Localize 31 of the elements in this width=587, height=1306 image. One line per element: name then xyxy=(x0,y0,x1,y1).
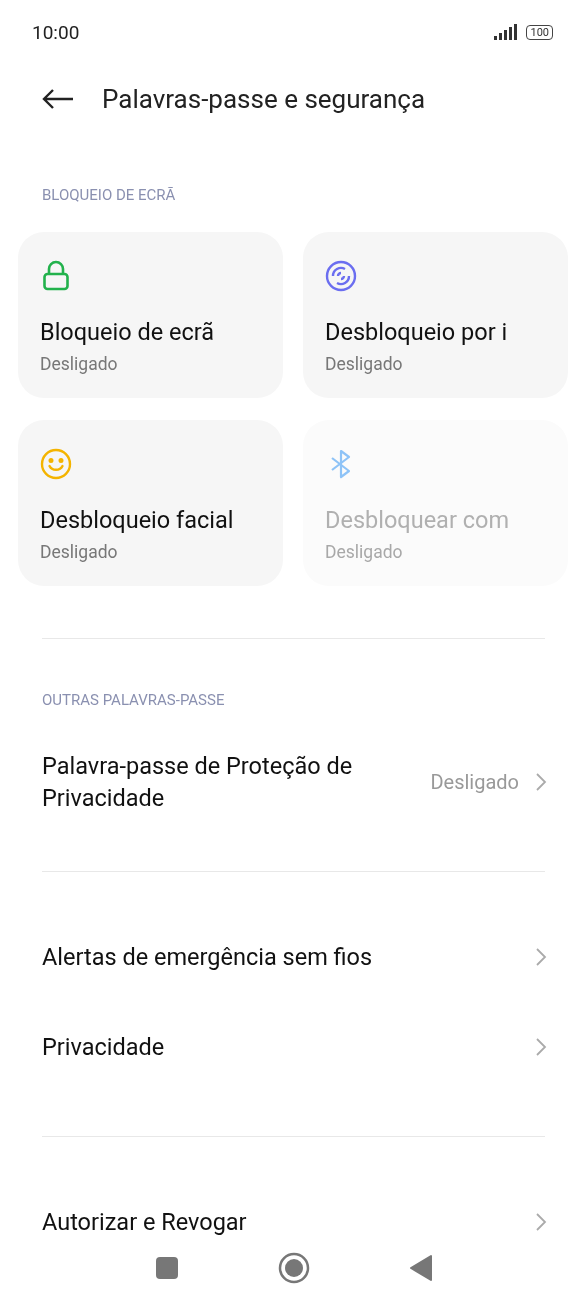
section-label: OUTRAS PALAVRAS-PASSE xyxy=(41,691,226,709)
card-title: Desbloqueio por i xyxy=(325,318,509,346)
unlock-option-card[interactable]: Desbloqueio por i Desligado xyxy=(303,232,568,398)
row-title: Autorizar e Revogar xyxy=(42,1207,248,1236)
row-value: Desligado xyxy=(430,770,519,794)
row-title: Alertas de emergência sem fios xyxy=(42,942,374,973)
page-title: Palavras-passe e segurança xyxy=(102,84,426,114)
back-icon[interactable] xyxy=(42,88,74,110)
card-status: Desligado xyxy=(40,542,119,562)
chevron-icon xyxy=(535,1212,547,1232)
chevron-icon xyxy=(535,1037,547,1057)
settings-row[interactable]: Privacidade xyxy=(0,1002,587,1092)
settings-row[interactable]: Palavra-passe de Proteção de Privacidade Desligado xyxy=(0,737,587,827)
card-status: Desligado xyxy=(40,354,119,374)
settings-row[interactable]: Autorizar e Revogar xyxy=(0,1177,587,1236)
chevron-icon xyxy=(535,947,547,967)
chevron-icon xyxy=(535,772,547,792)
card-title: Bloqueio de ecrã xyxy=(40,318,216,346)
card-status: Desligado xyxy=(325,542,404,562)
row-title: Privacidade xyxy=(42,1032,166,1063)
unlock-option-card[interactable]: Desbloqueio facial Desligado xyxy=(18,420,283,586)
settings-row[interactable]: Alertas de emergência sem fios xyxy=(0,912,587,1002)
card-status: Desligado xyxy=(325,354,404,374)
card-title: Desbloqueio facial xyxy=(40,506,235,534)
section-label: BLOQUEIO DE ECRÃ xyxy=(41,186,177,204)
card-title: Desbloquear com xyxy=(325,506,510,534)
home-button[interactable] xyxy=(277,1252,310,1284)
battery-icon: 100 xyxy=(526,24,553,40)
row-title: Palavra-passe de Proteção de Privacidade xyxy=(42,751,354,814)
unlock-option-card[interactable]: Bloqueio de ecrã Desligado xyxy=(18,232,283,398)
clock-time: 10:00 xyxy=(32,20,80,44)
